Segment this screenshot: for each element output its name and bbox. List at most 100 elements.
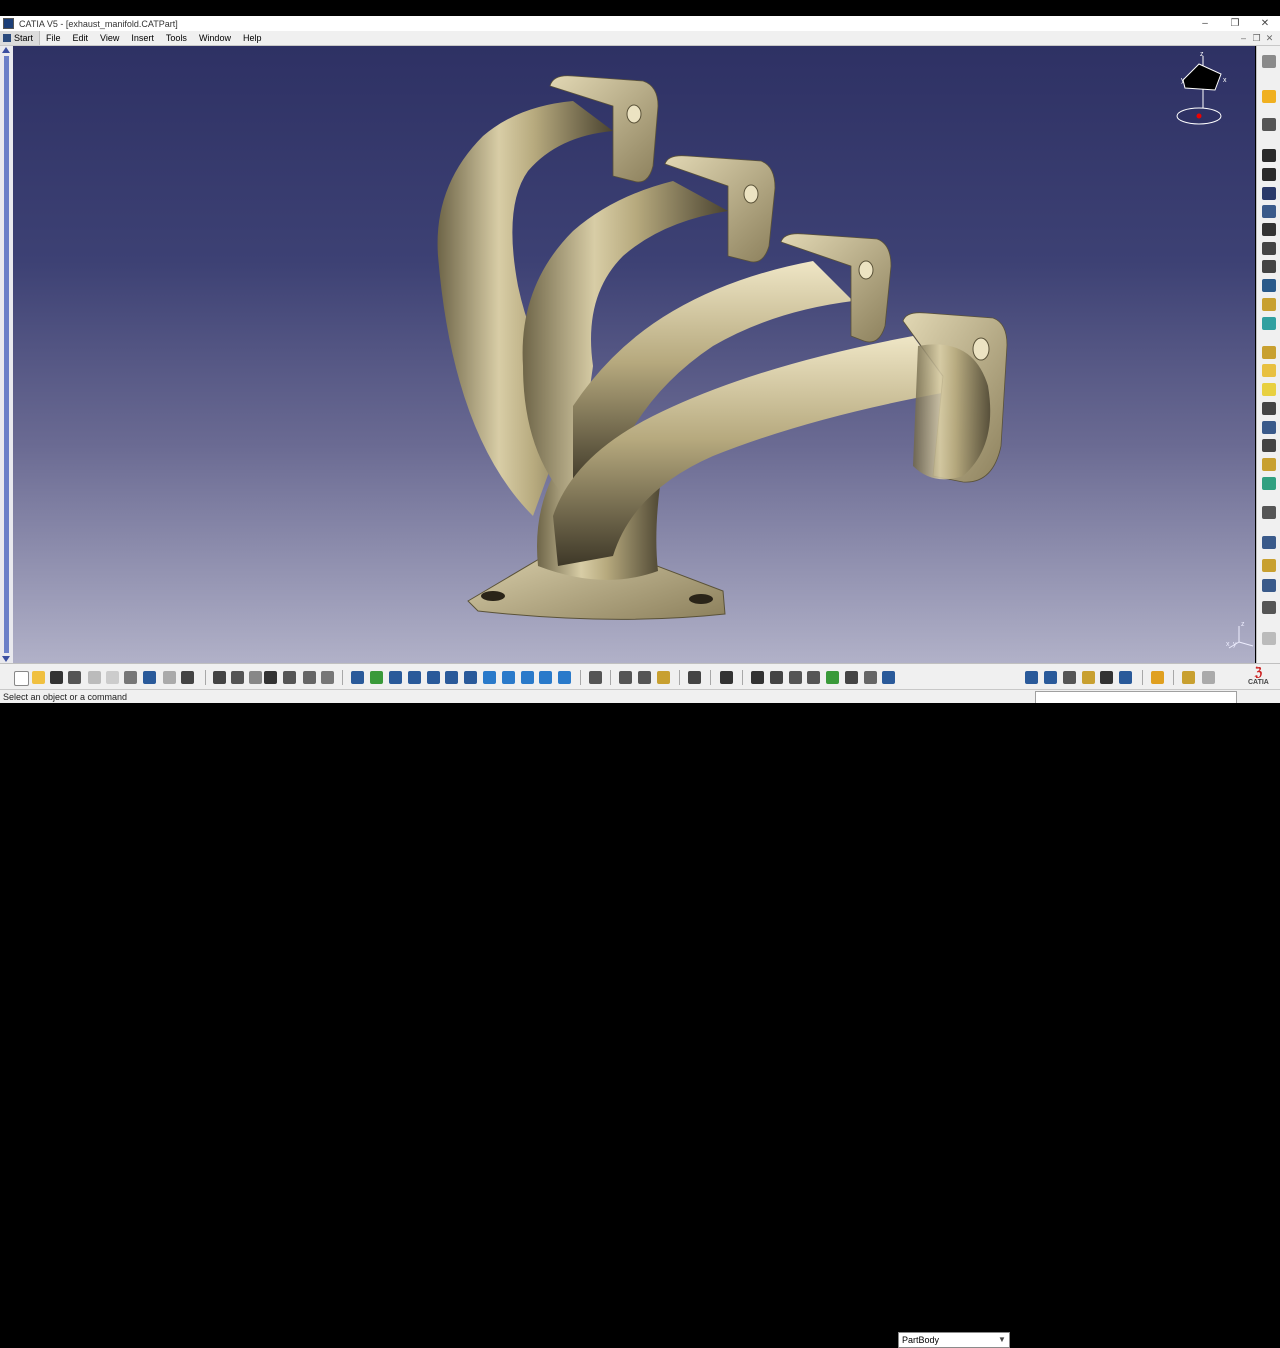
- 3d-viewport[interactable]: z x y z x y: [13, 46, 1255, 663]
- remove-icon[interactable]: [1100, 671, 1113, 684]
- replace-face-icon[interactable]: [1262, 477, 1276, 490]
- measure-item-icon[interactable]: [638, 671, 651, 684]
- instantiate-icon[interactable]: [321, 671, 334, 684]
- shell-icon[interactable]: [1262, 402, 1276, 415]
- wireframe-icon[interactable]: [1202, 671, 1215, 684]
- body-selector[interactable]: PartBody ▼: [898, 1332, 1010, 1348]
- scroll-up-icon[interactable]: [2, 47, 10, 53]
- shaft-icon[interactable]: [1262, 187, 1276, 200]
- compass-widget[interactable]: z x y: [1163, 50, 1243, 130]
- table-icon[interactable]: [264, 671, 277, 684]
- measure-inertia-icon[interactable]: [657, 671, 670, 684]
- edge-fillet-icon[interactable]: [1262, 346, 1276, 359]
- sketch-icon[interactable]: [1262, 118, 1276, 131]
- scroll-track[interactable]: [4, 56, 9, 653]
- zoom-in-icon[interactable]: [427, 671, 440, 684]
- paste-icon[interactable]: [124, 671, 137, 684]
- pan-icon[interactable]: [389, 671, 402, 684]
- hide-show-icon[interactable]: [539, 671, 552, 684]
- lump-icon[interactable]: [1119, 671, 1132, 684]
- thickness-icon[interactable]: [1262, 421, 1276, 434]
- boolean-icon[interactable]: [1262, 632, 1276, 645]
- chevron-down-icon[interactable]: ▼: [997, 1333, 1007, 1347]
- zoom-out-icon[interactable]: [445, 671, 458, 684]
- axis-system-icon[interactable]: [789, 671, 802, 684]
- save-icon[interactable]: [50, 671, 63, 684]
- insert-set-icon[interactable]: [1044, 671, 1057, 684]
- new-icon[interactable]: [14, 671, 29, 686]
- close-icon[interactable]: ✕: [1250, 16, 1280, 31]
- pocket-icon[interactable]: [1262, 168, 1276, 181]
- formula-icon[interactable]: [213, 671, 226, 684]
- fly-mode-icon[interactable]: [351, 671, 364, 684]
- fastener-icon[interactable]: [826, 671, 839, 684]
- remove-loft-icon[interactable]: [1262, 317, 1276, 330]
- doc-minimize-icon[interactable]: –: [1237, 31, 1250, 45]
- left-scrollbar[interactable]: [0, 46, 14, 663]
- gear-icon[interactable]: [1262, 55, 1276, 68]
- pad-icon[interactable]: [1262, 149, 1276, 162]
- restore-icon[interactable]: ❐: [1220, 16, 1250, 31]
- rotate-icon[interactable]: [408, 671, 421, 684]
- snap-icon[interactable]: [720, 671, 733, 684]
- swap-visible-icon[interactable]: [558, 671, 571, 684]
- menu-tools[interactable]: Tools: [160, 31, 193, 45]
- select-arrow-icon[interactable]: [1262, 90, 1276, 103]
- law-icon[interactable]: [283, 671, 296, 684]
- loft-icon[interactable]: [1262, 298, 1276, 311]
- doc-restore-icon[interactable]: ❐: [1250, 31, 1263, 45]
- menu-insert[interactable]: Insert: [125, 31, 160, 45]
- translation-icon[interactable]: [1262, 536, 1276, 549]
- menu-edit[interactable]: Edit: [67, 31, 95, 45]
- menu-file[interactable]: File: [40, 31, 67, 45]
- hole-icon[interactable]: [1262, 223, 1276, 236]
- normal-view-icon[interactable]: [464, 671, 477, 684]
- exhaust-manifold-model[interactable]: [13, 46, 1255, 663]
- remove-face-icon[interactable]: [1262, 458, 1276, 471]
- open-icon[interactable]: [32, 671, 45, 684]
- redo-icon[interactable]: [163, 671, 176, 684]
- scaling-icon[interactable]: [1262, 601, 1276, 614]
- slot-icon[interactable]: [1262, 260, 1276, 273]
- apply-material-icon[interactable]: [688, 671, 701, 684]
- doc-close-icon[interactable]: ✕: [1263, 31, 1276, 45]
- undo-icon[interactable]: [143, 671, 156, 684]
- comment-icon[interactable]: [231, 671, 244, 684]
- fit-all-icon[interactable]: [370, 671, 383, 684]
- draft-icon[interactable]: [1262, 383, 1276, 396]
- minimize-icon[interactable]: –: [1190, 16, 1220, 31]
- shading-icon[interactable]: [521, 671, 534, 684]
- mirror-icon[interactable]: [1262, 559, 1276, 572]
- copy-icon[interactable]: [106, 671, 119, 684]
- scroll-down-icon[interactable]: [2, 656, 10, 662]
- assemble-icon[interactable]: [1063, 671, 1076, 684]
- whats-this-icon[interactable]: [181, 671, 194, 684]
- insert-body-icon[interactable]: [1025, 671, 1038, 684]
- sketch-tool-icon[interactable]: [751, 671, 764, 684]
- rib-icon[interactable]: [1262, 242, 1276, 255]
- menu-start[interactable]: Start: [0, 31, 41, 45]
- thread-icon[interactable]: [1262, 439, 1276, 452]
- multi-view-icon[interactable]: [483, 671, 496, 684]
- print-icon[interactable]: [68, 671, 81, 684]
- split-icon[interactable]: [1262, 506, 1276, 519]
- macro-icon[interactable]: [1151, 671, 1164, 684]
- dimension-icon[interactable]: [864, 671, 877, 684]
- measure-between-icon[interactable]: [619, 671, 632, 684]
- define-work-object-icon[interactable]: [882, 671, 895, 684]
- grid-icon[interactable]: [807, 671, 820, 684]
- pattern-icon[interactable]: [1262, 579, 1276, 592]
- cut-part-icon[interactable]: [845, 671, 858, 684]
- knowledge-icon[interactable]: [249, 671, 262, 684]
- analysis-icon[interactable]: [1182, 671, 1195, 684]
- menu-view[interactable]: View: [94, 31, 125, 45]
- menu-window[interactable]: Window: [193, 31, 237, 45]
- menu-help[interactable]: Help: [237, 31, 268, 45]
- groove-icon[interactable]: [1262, 205, 1276, 218]
- catalog-icon[interactable]: [303, 671, 316, 684]
- update-icon[interactable]: [589, 671, 602, 684]
- stiffener-icon[interactable]: [1262, 279, 1276, 292]
- cut-icon[interactable]: [88, 671, 101, 684]
- intersect-icon[interactable]: [1082, 671, 1095, 684]
- spatial-icon[interactable]: [770, 671, 783, 684]
